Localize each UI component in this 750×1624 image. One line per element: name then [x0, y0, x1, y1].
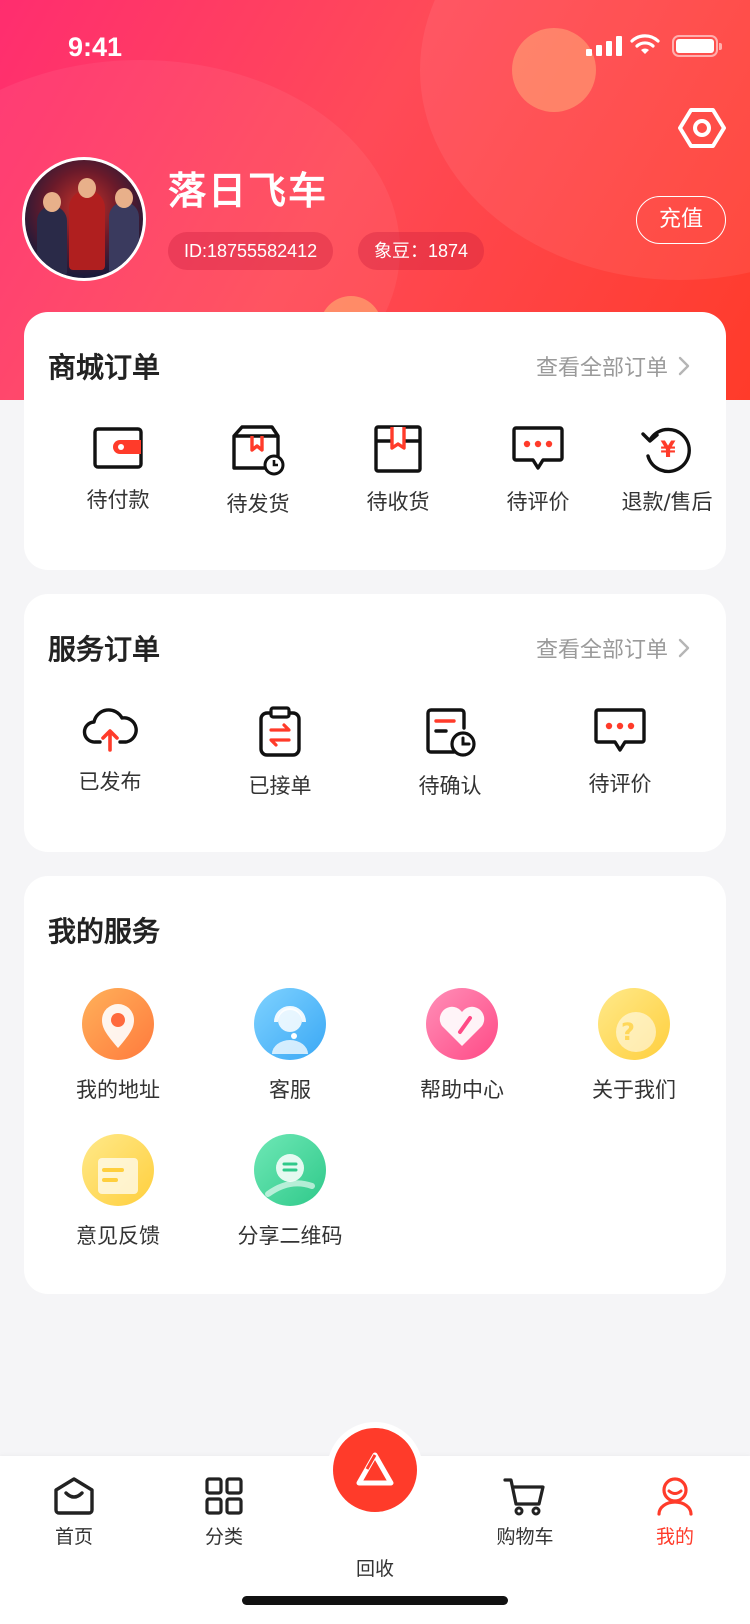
settings-icon[interactable] — [678, 104, 726, 152]
svg-text:¥: ¥ — [660, 438, 676, 463]
chevron-right-icon — [678, 356, 690, 376]
cart-icon — [503, 1478, 545, 1516]
mall-orders-title: 商城订单 — [48, 351, 161, 384]
tab-cart[interactable]: 购物车 — [475, 1476, 575, 1549]
username: 落日飞车 — [168, 169, 329, 213]
chevron-right-icon — [678, 638, 690, 658]
heart-icon — [426, 988, 498, 1060]
order-item-pending-payment[interactable]: 待付款 — [48, 424, 188, 514]
service-item-accepted[interactable]: 已接单 — [220, 706, 340, 800]
note-icon — [82, 1134, 154, 1206]
package-icon — [374, 425, 422, 473]
recharge-button[interactable]: 充值 — [636, 196, 726, 244]
cloud-upload-icon — [82, 708, 138, 752]
cellular-signal-icon — [586, 36, 622, 56]
service-label: 分享二维码 — [237, 1224, 343, 1248]
service-about-us[interactable]: ? 关于我们 — [564, 988, 704, 1104]
svg-text:?: ? — [621, 1018, 635, 1046]
user-id-badge: ID:18755582412 — [168, 232, 334, 270]
order-item-label: 待付款 — [86, 488, 150, 512]
wifi-icon — [630, 34, 660, 54]
service-orders-title: 服务订单 — [48, 633, 161, 666]
service-item-label: 待确认 — [418, 774, 482, 798]
service-label: 我的地址 — [76, 1078, 160, 1102]
tab-label: 我的 — [655, 1526, 694, 1548]
tab-home[interactable]: 首页 — [24, 1476, 124, 1549]
my-services-card: 我的服务 我的地址 客服 帮助中心 ? 关于我们 意见反馈 分享二维码 — [24, 876, 726, 1294]
order-item-label: 退款/售后 — [621, 490, 713, 514]
tab-recycle[interactable]: 回收 — [325, 1548, 425, 1581]
document-clock-icon — [426, 708, 476, 757]
bottom-tab-bar: 首页 分类 回收 购物车 我的 — [0, 1428, 750, 1624]
order-item-label: 待评价 — [506, 490, 570, 514]
order-item-refund[interactable]: ¥ 退款/售后 — [608, 424, 726, 516]
status-bar: 9:41 — [0, 0, 750, 96]
service-customer-service[interactable]: 客服 — [220, 988, 360, 1104]
service-label: 帮助中心 — [420, 1078, 504, 1102]
wallet-icon — [93, 427, 143, 469]
headset-icon — [254, 988, 326, 1060]
tab-label: 首页 — [54, 1526, 93, 1548]
recycle-icon — [356, 1452, 394, 1486]
status-time: 9:41 — [68, 32, 123, 62]
mall-orders-view-all[interactable]: 查看全部订单 — [536, 350, 690, 382]
service-share-qrcode[interactable]: 分享二维码 — [220, 1134, 360, 1250]
service-label: 关于我们 — [592, 1078, 676, 1102]
order-item-pending-shipment[interactable]: 待发货 — [188, 424, 328, 518]
service-orders-card: 服务订单 查看全部订单 已发布 已接单 待确认 待评价 — [24, 594, 726, 852]
service-my-address[interactable]: 我的地址 — [48, 988, 188, 1104]
tab-label: 分类 — [204, 1526, 243, 1548]
share-icon — [254, 1134, 326, 1206]
comment-icon — [512, 426, 564, 470]
service-label: 意见反馈 — [76, 1224, 160, 1248]
service-item-label: 已发布 — [78, 770, 142, 794]
service-item-published[interactable]: 已发布 — [50, 706, 170, 796]
order-item-label: 待发货 — [226, 492, 290, 516]
beans-badge: 象豆：1874 — [358, 232, 485, 270]
service-item-pending-confirm[interactable]: 待确认 — [390, 706, 510, 800]
order-item-label: 待收货 — [366, 490, 430, 514]
home-indicator — [242, 1596, 508, 1605]
location-icon — [82, 988, 154, 1060]
tab-category[interactable]: 分类 — [174, 1476, 274, 1549]
tab-label: 购物车 — [496, 1526, 554, 1548]
mall-orders-card: 商城订单 查看全部订单 待付款 待发货 待收货 待评价 ¥ 退款/售后 — [24, 312, 726, 570]
battery-icon — [672, 35, 722, 57]
order-item-pending-review[interactable]: 待评价 — [468, 424, 608, 516]
order-item-pending-receipt[interactable]: 待收货 — [328, 424, 468, 516]
service-item-pending-review[interactable]: 待评价 — [560, 706, 680, 798]
service-label: 客服 — [269, 1078, 311, 1102]
view-all-label: 查看全部订单 — [535, 638, 668, 663]
service-item-label: 待评价 — [588, 772, 652, 796]
my-services-title: 我的服务 — [48, 915, 161, 948]
home-icon — [54, 1477, 94, 1515]
view-all-label: 查看全部订单 — [535, 356, 668, 381]
avatar[interactable] — [22, 157, 146, 281]
service-item-label: 已接单 — [248, 774, 312, 798]
comment-icon — [594, 708, 646, 752]
clipboard-exchange-icon — [259, 706, 301, 757]
tab-label: 回收 — [355, 1558, 394, 1580]
tab-mine[interactable]: 我的 — [625, 1476, 725, 1549]
service-help-center[interactable]: 帮助中心 — [392, 988, 532, 1104]
service-feedback[interactable]: 意见反馈 — [48, 1134, 188, 1250]
service-orders-view-all[interactable]: 查看全部订单 — [536, 632, 690, 664]
recycle-button[interactable] — [333, 1428, 417, 1512]
question-icon: ? — [598, 988, 670, 1060]
refund-icon: ¥ — [641, 427, 691, 474]
box-clock-icon — [232, 425, 285, 476]
grid-icon — [205, 1477, 243, 1515]
person-icon — [657, 1477, 693, 1516]
